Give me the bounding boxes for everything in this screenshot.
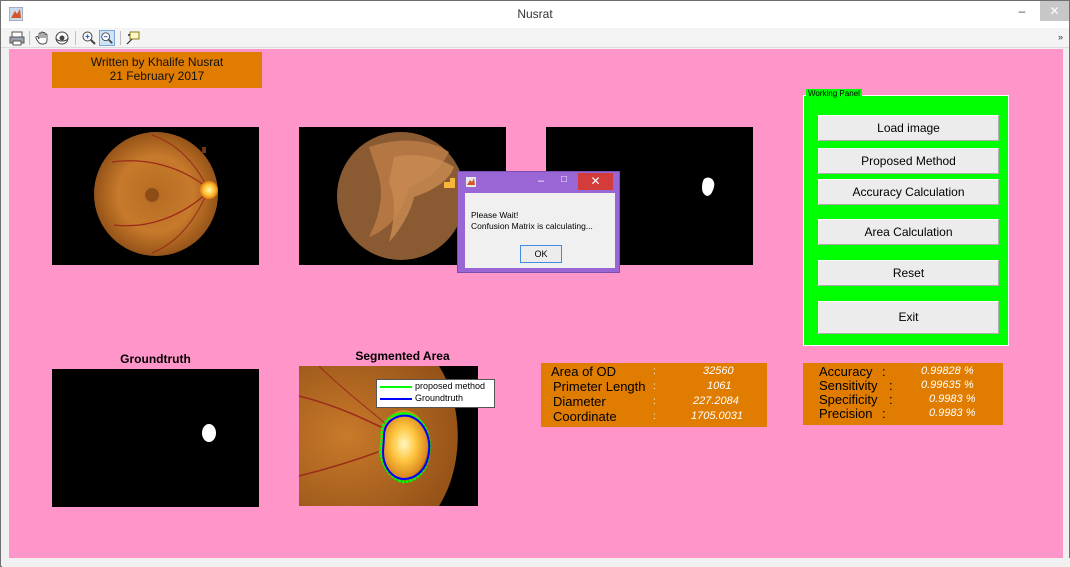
- app-window: Nusrat – □ ✕: [0, 0, 1070, 567]
- measurement-sep: :: [653, 411, 656, 422]
- metric-row: Precision : 0.9983 %: [803, 407, 1003, 420]
- working-panel-label: Working Panel: [806, 89, 862, 98]
- dialog-message-line2: Confusion Matrix is calculating...: [471, 221, 593, 231]
- figure-toolbar: »: [1, 28, 1069, 48]
- legend-label-groundtruth: Groundtruth: [415, 393, 464, 403]
- metric-value: 0.99635 %: [921, 379, 974, 391]
- measurement-value: 1061: [707, 380, 732, 392]
- dialog-ok-button[interactable]: OK: [520, 245, 562, 263]
- dialog-title-bar: – □ ✕: [458, 172, 621, 192]
- original-image-axes: [52, 127, 259, 265]
- measurement-value: 1705.0031: [691, 410, 743, 422]
- metric-label: Accuracy: [819, 364, 873, 379]
- legend: proposed method Groundtruth: [376, 379, 495, 408]
- working-panel: Working Panel Load image Proposed Method…: [803, 89, 1009, 346]
- author-label: Written by Khalife Nusrat 21 February 20…: [52, 52, 262, 88]
- groundtruth-image: [202, 424, 216, 442]
- metric-value: 0.99828 %: [921, 365, 974, 377]
- rotate-3d-icon[interactable]: [54, 30, 70, 46]
- measurement-row: Coordinate : 1705.0031: [541, 410, 767, 423]
- groundtruth-axes: [52, 369, 259, 507]
- legend-line-groundtruth: [380, 398, 412, 400]
- metric-value: 0.9983 %: [929, 407, 976, 419]
- legend-line-proposed: [380, 386, 412, 388]
- window-title: Nusrat: [517, 7, 553, 21]
- metrics-box: Accuracy : 0.99828 % Sensitivity : 0.996…: [803, 363, 1003, 425]
- dialog-close-button[interactable]: ✕: [578, 173, 613, 190]
- reset-button[interactable]: Reset: [818, 260, 999, 286]
- print-icon[interactable]: [9, 30, 25, 46]
- metric-label: Precision: [819, 406, 873, 421]
- metric-value: 0.9983 %: [929, 393, 976, 405]
- dialog-maximize-button[interactable]: □: [561, 174, 567, 185]
- load-image-button[interactable]: Load image: [818, 115, 999, 141]
- measurement-row: Primeter Length : 1061: [541, 380, 767, 393]
- dialog-message-line1: Please Wait!: [471, 210, 519, 220]
- toolbar-separator: [29, 31, 30, 45]
- metric-row: Sensitivity : 0.99635 %: [803, 379, 1003, 392]
- measurement-label: Diameter: [553, 394, 606, 409]
- pan-hand-icon[interactable]: [35, 30, 51, 46]
- metric-sep: :: [882, 364, 886, 379]
- metric-sep: :: [882, 406, 886, 421]
- toolbar-separator: [120, 31, 121, 45]
- measurement-label: Primeter Length: [553, 379, 646, 394]
- close-button[interactable]: ✕: [1040, 1, 1069, 21]
- measurement-sep: :: [653, 366, 656, 377]
- dialog-minimize-button[interactable]: –: [538, 175, 544, 187]
- measurement-row: Area of OD : 32560: [541, 365, 767, 378]
- measurement-sep: :: [653, 381, 656, 392]
- accuracy-calculation-button[interactable]: Accuracy Calculation: [818, 179, 999, 205]
- fundus-image: [94, 132, 218, 256]
- metric-row: Specificity : 0.9983 %: [803, 393, 1003, 406]
- dialog-body: Please Wait! Confusion Matrix is calcula…: [465, 193, 615, 268]
- segmented-title: Segmented Area: [355, 349, 450, 363]
- metric-label: Sensitivity: [819, 378, 878, 393]
- measurement-label: Area of OD: [551, 364, 617, 379]
- measurements-box: Area of OD : 32560 Primeter Length : 106…: [541, 363, 767, 427]
- wait-dialog: – □ ✕ Please Wait! Confusion Matrix is c…: [457, 171, 620, 273]
- zoom-out-icon[interactable]: [99, 30, 115, 46]
- matlab-icon: [466, 177, 476, 187]
- exit-button[interactable]: Exit: [818, 301, 999, 334]
- zoom-in-icon[interactable]: [81, 30, 97, 46]
- legend-label-proposed: proposed method: [415, 381, 486, 391]
- author-line: Written by Khalife Nusrat: [90, 55, 224, 69]
- measurement-row: Diameter : 227.2084: [541, 395, 767, 408]
- toolbar-overflow-icon[interactable]: »: [1058, 32, 1063, 42]
- measurement-value: 32560: [703, 365, 734, 377]
- data-cursor-icon[interactable]: [125, 30, 141, 46]
- title-bar: Nusrat – □ ✕: [1, 1, 1069, 28]
- area-calculation-button[interactable]: Area Calculation: [818, 219, 999, 245]
- metric-row: Accuracy : 0.99828 %: [803, 365, 1003, 378]
- proposed-method-button[interactable]: Proposed Method: [818, 148, 999, 174]
- measurement-sep: :: [653, 396, 656, 407]
- measurement-value: 227.2084: [693, 395, 739, 407]
- groundtruth-title: Groundtruth: [120, 352, 191, 366]
- metric-label: Specificity: [819, 392, 878, 407]
- metric-sep: :: [889, 392, 893, 407]
- measurement-label: Coordinate: [553, 409, 617, 424]
- metric-sep: :: [889, 378, 893, 393]
- toolbar-separator: [75, 31, 76, 45]
- window-bottom-border: [2, 558, 1070, 567]
- date-line: 21 February 2017: [109, 69, 205, 83]
